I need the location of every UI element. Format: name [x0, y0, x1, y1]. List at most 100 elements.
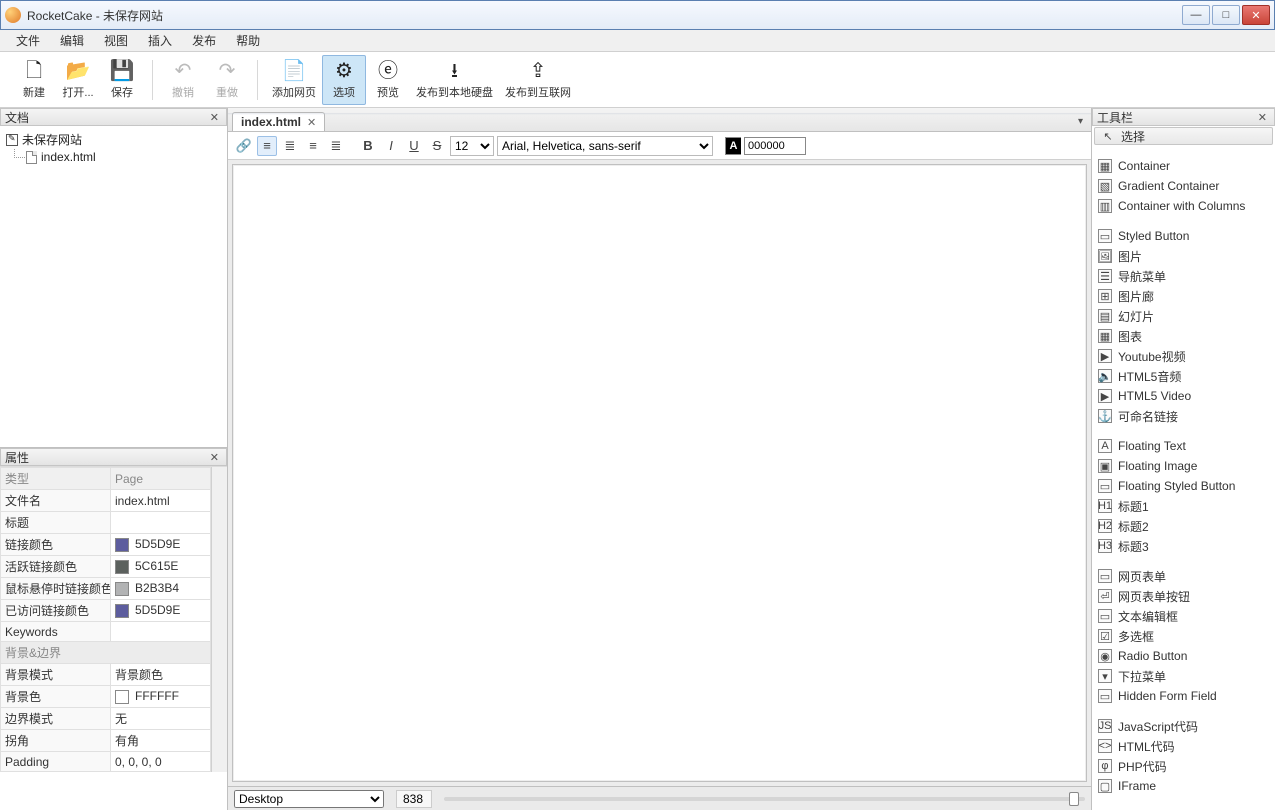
- main-toolbar: 🗋新建 📂打开... 💾保存 ↶撤销 ↷重做 📄添加网页 ⚙选项 ⓔ预览 ⭳发布…: [0, 52, 1275, 108]
- italic-button[interactable]: I: [381, 136, 401, 156]
- device-select[interactable]: Desktop: [234, 790, 384, 808]
- project-page[interactable]: index.html: [26, 149, 221, 165]
- tool-item[interactable]: H2标题2: [1092, 516, 1275, 536]
- bold-button[interactable]: B: [358, 136, 378, 156]
- options-button[interactable]: ⚙选项: [322, 55, 366, 105]
- property-row[interactable]: 边界模式无: [1, 708, 211, 730]
- tool-item[interactable]: ▤幻灯片: [1092, 306, 1275, 326]
- folder-open-icon: 📂: [66, 60, 91, 82]
- editor-canvas[interactable]: [232, 164, 1087, 782]
- menu-edit[interactable]: 编辑: [50, 30, 94, 51]
- undo-icon: ↶: [175, 60, 192, 82]
- tool-item[interactable]: ▶HTML5 Video: [1092, 386, 1275, 406]
- align-justify-button[interactable]: ≣: [326, 136, 346, 156]
- tool-item[interactable]: ▶Youtube视频: [1092, 346, 1275, 366]
- tool-item[interactable]: φPHP代码: [1092, 756, 1275, 776]
- tool-item[interactable]: ▭网页表单: [1092, 566, 1275, 586]
- tool-item[interactable]: H1标题1: [1092, 496, 1275, 516]
- text-color-icon: A: [725, 137, 741, 155]
- tool-item[interactable]: ⊞图片廊: [1092, 286, 1275, 306]
- property-row[interactable]: 已访问链接颜色5D5D9E: [1, 600, 211, 622]
- property-row[interactable]: 文件名index.html: [1, 490, 211, 512]
- property-row[interactable]: 背景模式背景颜色: [1, 664, 211, 686]
- tool-item[interactable]: ◉Radio Button: [1092, 646, 1275, 666]
- preview-button[interactable]: ⓔ预览: [366, 55, 410, 105]
- property-row[interactable]: 活跃链接颜色5C615E: [1, 556, 211, 578]
- tab-close-icon[interactable]: ✕: [307, 116, 316, 129]
- project-root[interactable]: 未保存网站: [6, 130, 221, 149]
- tool-item[interactable]: ▦图表: [1092, 326, 1275, 346]
- tool-icon: A: [1098, 439, 1112, 453]
- tool-item[interactable]: H3标题3: [1092, 536, 1275, 556]
- tool-item[interactable]: ☑多选框: [1092, 626, 1275, 646]
- maximize-button[interactable]: □: [1212, 5, 1240, 25]
- align-center-button[interactable]: ≣: [280, 136, 300, 156]
- page-icon: [26, 151, 37, 164]
- download-icon: ⭳: [451, 60, 458, 82]
- redo-button[interactable]: ↷重做: [205, 55, 249, 105]
- tool-item[interactable]: 🔈HTML5音频: [1092, 366, 1275, 386]
- format-toolbar: 🔗 ≡ ≣ ≡ ≣ B I U S 12 Arial, Helvetica, s…: [228, 132, 1091, 160]
- tab-overflow-icon[interactable]: ▾: [1074, 112, 1087, 131]
- save-button[interactable]: 💾保存: [100, 55, 144, 105]
- new-button[interactable]: 🗋新建: [12, 55, 56, 105]
- property-row[interactable]: 标题: [1, 512, 211, 534]
- documents-panel-close-icon[interactable]: ✕: [207, 111, 222, 124]
- tool-item[interactable]: ↖选择: [1094, 127, 1273, 145]
- minimize-button[interactable]: —: [1182, 5, 1210, 25]
- tool-item[interactable]: ⏎网页表单按钮: [1092, 586, 1275, 606]
- strike-button[interactable]: S: [427, 136, 447, 156]
- tool-item[interactable]: JSJavaScript代码: [1092, 716, 1275, 736]
- tool-item[interactable]: ▥Container with Columns: [1092, 196, 1275, 216]
- property-row[interactable]: Padding0, 0, 0, 0: [1, 752, 211, 772]
- align-left-button[interactable]: ≡: [257, 136, 277, 156]
- tool-item[interactable]: ▭Floating Styled Button: [1092, 476, 1275, 496]
- gear-icon: ⚙: [335, 60, 353, 82]
- link-icon[interactable]: 🔗: [234, 136, 254, 156]
- editor-tab[interactable]: index.html ✕: [232, 112, 325, 131]
- font-size-select[interactable]: 12: [450, 136, 494, 156]
- menu-insert[interactable]: 插入: [138, 30, 182, 51]
- tool-item[interactable]: ▧Gradient Container: [1092, 176, 1275, 196]
- properties-scrollbar[interactable]: [211, 467, 227, 772]
- font-family-select[interactable]: Arial, Helvetica, sans-serif: [497, 136, 713, 156]
- property-row[interactable]: 鼠标悬停时链接颜色B2B3B4: [1, 578, 211, 600]
- underline-button[interactable]: U: [404, 136, 424, 156]
- menu-view[interactable]: 视图: [94, 30, 138, 51]
- tool-item[interactable]: ▢IFrame: [1092, 776, 1275, 796]
- width-slider[interactable]: [444, 797, 1085, 801]
- publish-local-button[interactable]: ⭳发布到本地硬盘: [410, 55, 499, 105]
- publish-web-button[interactable]: ⇪发布到互联网: [499, 55, 577, 105]
- tool-icon: ⚓: [1098, 409, 1112, 423]
- tool-item[interactable]: AFloating Text: [1092, 436, 1275, 456]
- tool-item[interactable]: ⚓可命名链接: [1092, 406, 1275, 426]
- tool-item[interactable]: ▭Styled Button: [1092, 226, 1275, 246]
- properties-table[interactable]: 类型Page 文件名index.html标题链接颜色5D5D9E活跃链接颜色5C…: [0, 467, 211, 772]
- tool-item[interactable]: ☰导航菜单: [1092, 266, 1275, 286]
- tool-icon: ◉: [1098, 649, 1112, 663]
- toolbox-panel-close-icon[interactable]: ✕: [1255, 111, 1270, 124]
- add-page-button[interactable]: 📄添加网页: [266, 55, 322, 105]
- undo-button[interactable]: ↶撤销: [161, 55, 205, 105]
- tool-item[interactable]: ▭Hidden Form Field: [1092, 686, 1275, 706]
- align-right-button[interactable]: ≡: [303, 136, 323, 156]
- property-row[interactable]: 背景色FFFFFF: [1, 686, 211, 708]
- menu-file[interactable]: 文件: [6, 30, 50, 51]
- properties-panel-title: 属性: [5, 449, 29, 466]
- text-color-input[interactable]: [744, 137, 806, 155]
- tool-item[interactable]: ▣Floating Image: [1092, 456, 1275, 476]
- menu-publish[interactable]: 发布: [182, 30, 226, 51]
- close-button[interactable]: ✕: [1242, 5, 1270, 25]
- tool-item[interactable]: ▦Container: [1092, 156, 1275, 176]
- property-row[interactable]: Keywords: [1, 622, 211, 642]
- menu-help[interactable]: 帮助: [226, 30, 270, 51]
- open-button[interactable]: 📂打开...: [56, 55, 100, 105]
- tool-icon: ▧: [1098, 179, 1112, 193]
- property-row[interactable]: 链接颜色5D5D9E: [1, 534, 211, 556]
- tool-item[interactable]: ▾下拉菜单: [1092, 666, 1275, 686]
- property-row[interactable]: 拐角有角: [1, 730, 211, 752]
- tool-item[interactable]: <>HTML代码: [1092, 736, 1275, 756]
- tool-item[interactable]: ▭文本编辑框: [1092, 606, 1275, 626]
- properties-panel-close-icon[interactable]: ✕: [207, 451, 222, 464]
- tool-item[interactable]: 🖼图片: [1092, 246, 1275, 266]
